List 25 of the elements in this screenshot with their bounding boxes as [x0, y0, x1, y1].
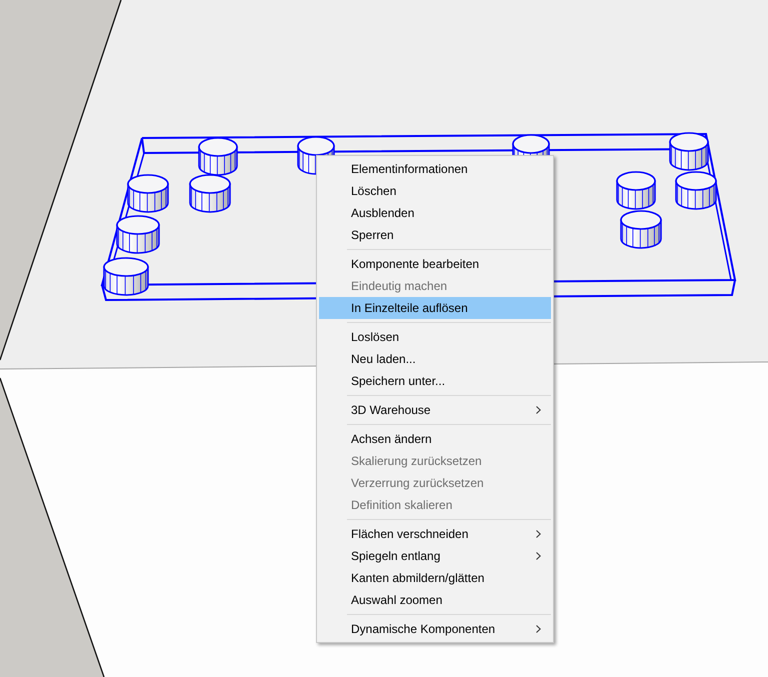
menu-item[interactable]: Speichern unter... — [319, 370, 551, 392]
menu-item[interactable]: Löschen — [319, 180, 551, 202]
cylinder — [669, 132, 709, 171]
menu-item[interactable]: Dynamische Komponenten — [319, 618, 551, 640]
cylinder — [675, 171, 717, 210]
menu-item[interactable]: Kanten abmildern/glätten — [319, 567, 551, 589]
menu-item[interactable]: Ausblenden — [319, 202, 551, 224]
menu-item[interactable]: Achsen ändern — [319, 428, 551, 450]
menu-item[interactable]: Flächen verschneiden — [319, 523, 551, 545]
menu-item[interactable]: Komponente bearbeiten — [319, 253, 551, 275]
cylinder — [189, 174, 231, 213]
menu-item[interactable]: In Einzelteile auflösen — [319, 297, 551, 319]
cylinder — [127, 174, 169, 213]
menu-item[interactable]: Sperren — [319, 224, 551, 246]
cylinder — [198, 137, 238, 176]
menu-item[interactable]: Auswahl zoomen — [319, 589, 551, 611]
menu-item[interactable]: Spiegeln entlang — [319, 545, 551, 567]
cylinder — [620, 210, 662, 249]
menu-item[interactable]: 3D Warehouse — [319, 399, 551, 421]
menu-item[interactable]: Neu laden... — [319, 348, 551, 370]
cylinder — [103, 257, 149, 296]
menu-item[interactable]: Elementinformationen — [319, 158, 551, 180]
cylinder — [616, 171, 656, 210]
cylinder — [116, 215, 160, 254]
menu-item[interactable]: Loslösen — [319, 326, 551, 348]
